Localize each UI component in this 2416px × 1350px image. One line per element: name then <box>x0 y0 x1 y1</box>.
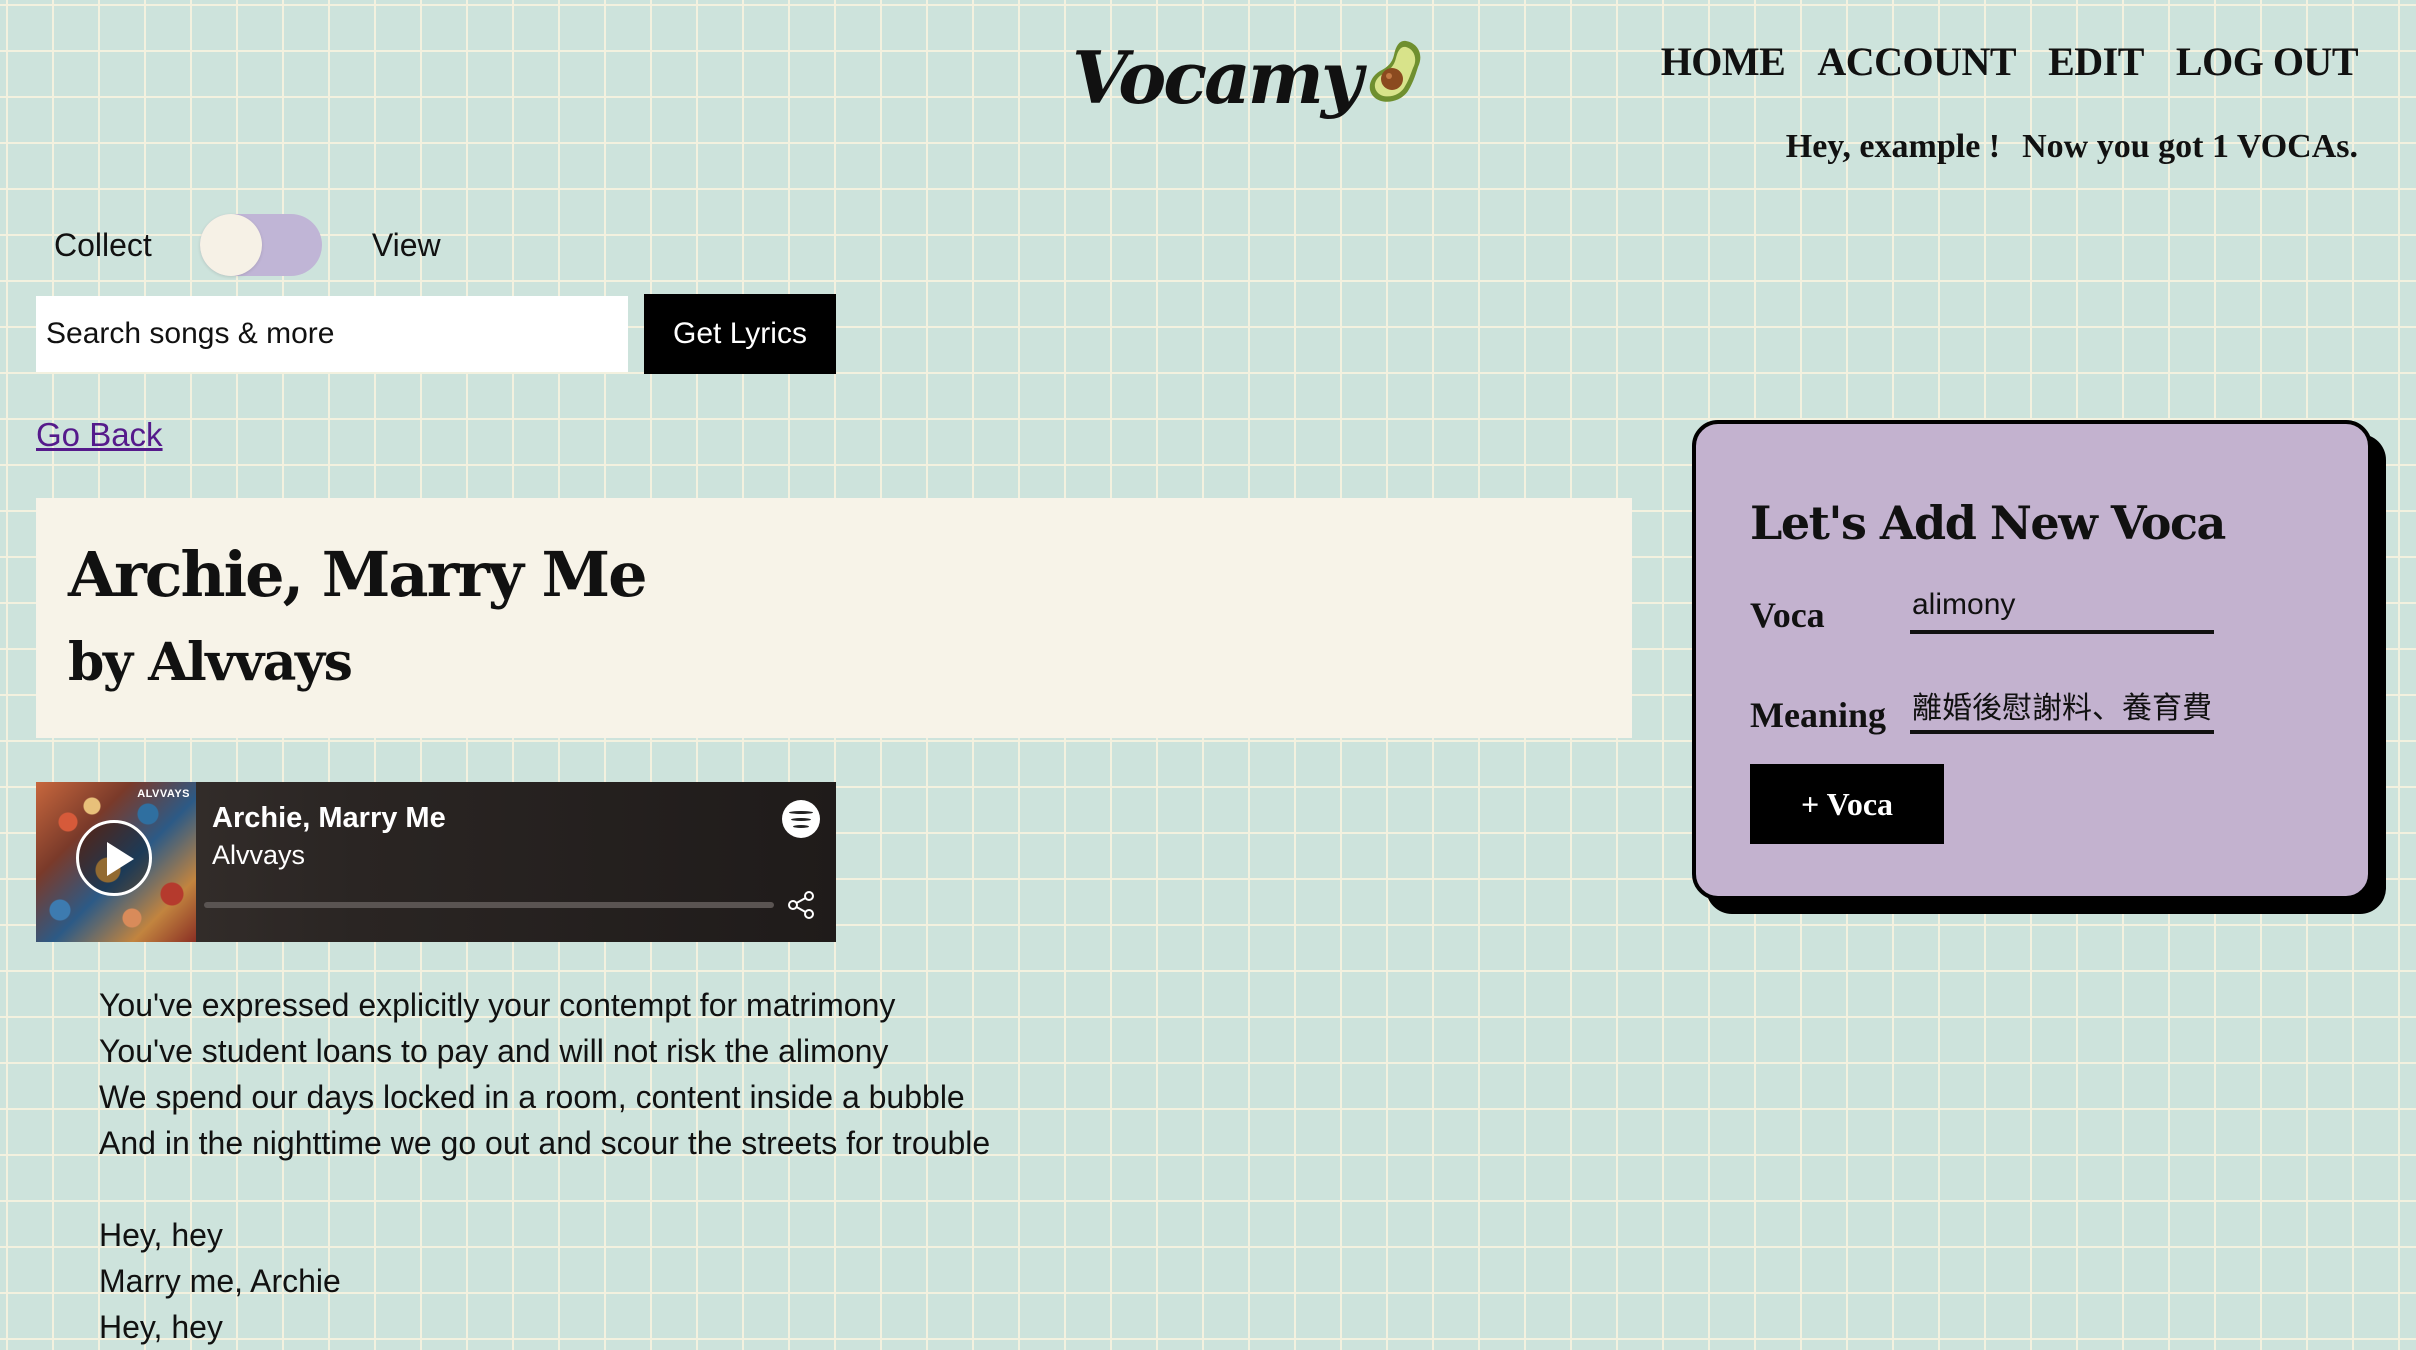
voca-count: Now you got 1 VOCAs. <box>2022 128 2358 165</box>
lyric-line <box>99 1166 990 1212</box>
main-nav: HOME ACCOUNT EDIT LOG OUT <box>1661 38 2359 85</box>
player-artist-name[interactable]: Alvvays <box>212 840 305 871</box>
mode-toggle-row: Collect View <box>54 214 441 276</box>
avocado-icon <box>1369 40 1421 102</box>
share-icon[interactable] <box>784 888 818 922</box>
vocamy-logo[interactable]: Vocamy <box>1072 22 1426 132</box>
toggle-knob[interactable] <box>199 214 262 276</box>
lyric-line: Marry me, Archie <box>99 1263 341 1299</box>
meaning-label: Meaning <box>1750 695 1887 735</box>
get-lyrics-button[interactable]: Get Lyrics <box>644 294 836 374</box>
nav-home[interactable]: HOME <box>1661 38 1786 85</box>
lyric-line: You've student loans to pay and will not… <box>99 1033 889 1069</box>
go-back-link[interactable]: Go Back <box>36 416 163 454</box>
lyric-line: We spend our days locked in a room, cont… <box>99 1079 965 1115</box>
player-track-name[interactable]: Archie, Marry Me <box>212 802 446 835</box>
spotify-icon[interactable] <box>782 800 820 838</box>
add-voca-button[interactable]: + Voca <box>1750 764 1944 844</box>
album-cover: ALVVAYS <box>36 782 196 942</box>
lyric-line: And in the nighttime we go out and scour… <box>99 1125 991 1161</box>
nav-account[interactable]: ACCOUNT <box>1817 38 2016 85</box>
add-voca-heading: Let's Add New Voca <box>1750 496 2226 550</box>
nav-edit[interactable]: EDIT <box>2048 38 2144 85</box>
voca-input[interactable] <box>1910 580 2214 634</box>
voca-label: Voca <box>1750 595 1825 635</box>
search-input[interactable] <box>36 296 628 372</box>
greeting: Hey, example ! Now you got 1 VOCAs. <box>1786 128 2358 166</box>
play-icon[interactable] <box>76 820 152 896</box>
greeting-hey: Hey, example ! <box>1785 128 2001 165</box>
meaning-input[interactable] <box>1910 680 2214 734</box>
lyric-line: You've expressed explicitly your contemp… <box>99 987 896 1023</box>
lyric-line: Hey, hey <box>99 1217 223 1253</box>
nav-logout[interactable]: LOG OUT <box>2176 38 2359 85</box>
spotify-player: ALVVAYS Archie, Marry Me Alvvays <box>36 782 836 942</box>
toggle-label-collect: Collect <box>54 226 152 263</box>
progress-bar[interactable] <box>204 902 774 908</box>
song-artist: by Alvvays <box>68 632 353 693</box>
logo-text: Vocamy <box>1072 34 1363 120</box>
lyrics-block: You've expressed explicitly your contemp… <box>99 982 990 1350</box>
add-voca-card: Let's Add New Voca Voca Meaning + Voca <box>1692 420 2372 900</box>
cover-label: ALVVAYS <box>137 788 190 800</box>
song-header-card: Archie, Marry Me by Alvvays <box>36 498 1632 738</box>
song-title: Archie, Marry Me <box>68 538 648 611</box>
mode-toggle[interactable] <box>199 214 322 276</box>
lyric-line: Hey, hey <box>99 1309 223 1345</box>
toggle-label-view: View <box>371 226 441 263</box>
